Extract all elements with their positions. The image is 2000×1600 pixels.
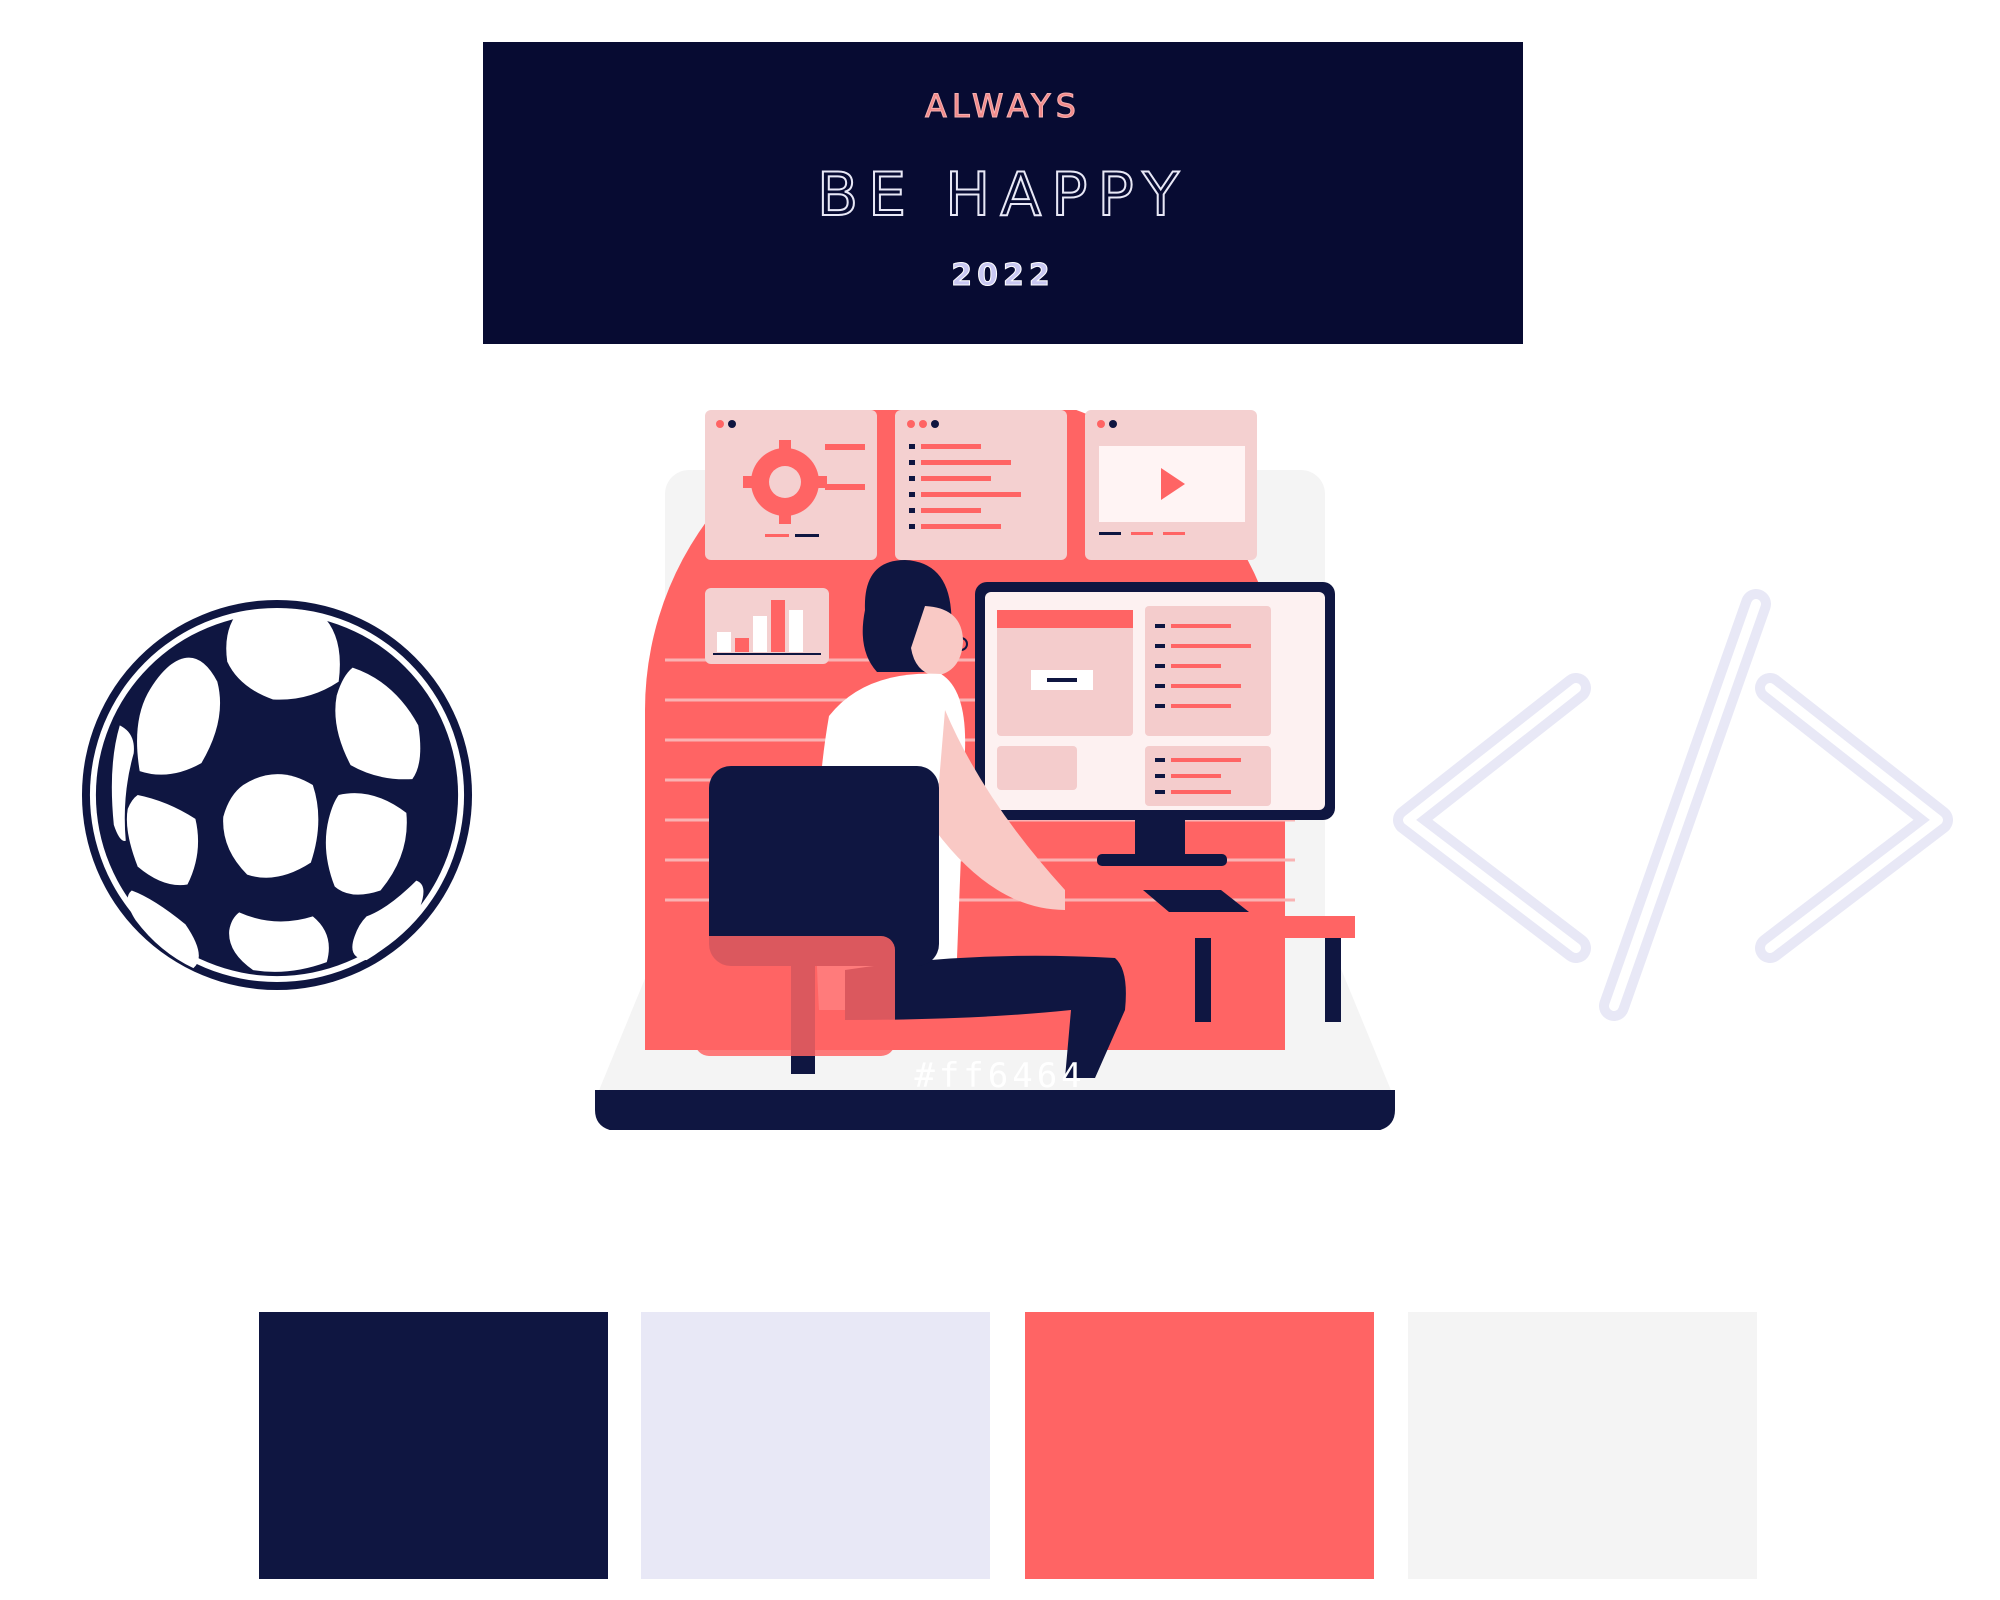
swatch-light-gray [1408,1312,1757,1579]
code-brackets-icon [1393,589,1953,1021]
swatch-lavender [641,1312,990,1579]
swatch-coral [1025,1312,1374,1579]
banner-line-be-happy: BE HAPPY [816,159,1189,231]
title-banner: ALWAYS BE HAPPY 2022 [483,42,1523,344]
swatch-navy [259,1312,608,1579]
person-at-computer-illustration [595,410,1395,1130]
banner-line-year: 2022 [951,258,1055,294]
soccer-ball-icon [81,599,473,991]
banner-line-always: ALWAYS [925,87,1081,126]
illustration-hex-label: #ff6464 [914,1056,1086,1096]
